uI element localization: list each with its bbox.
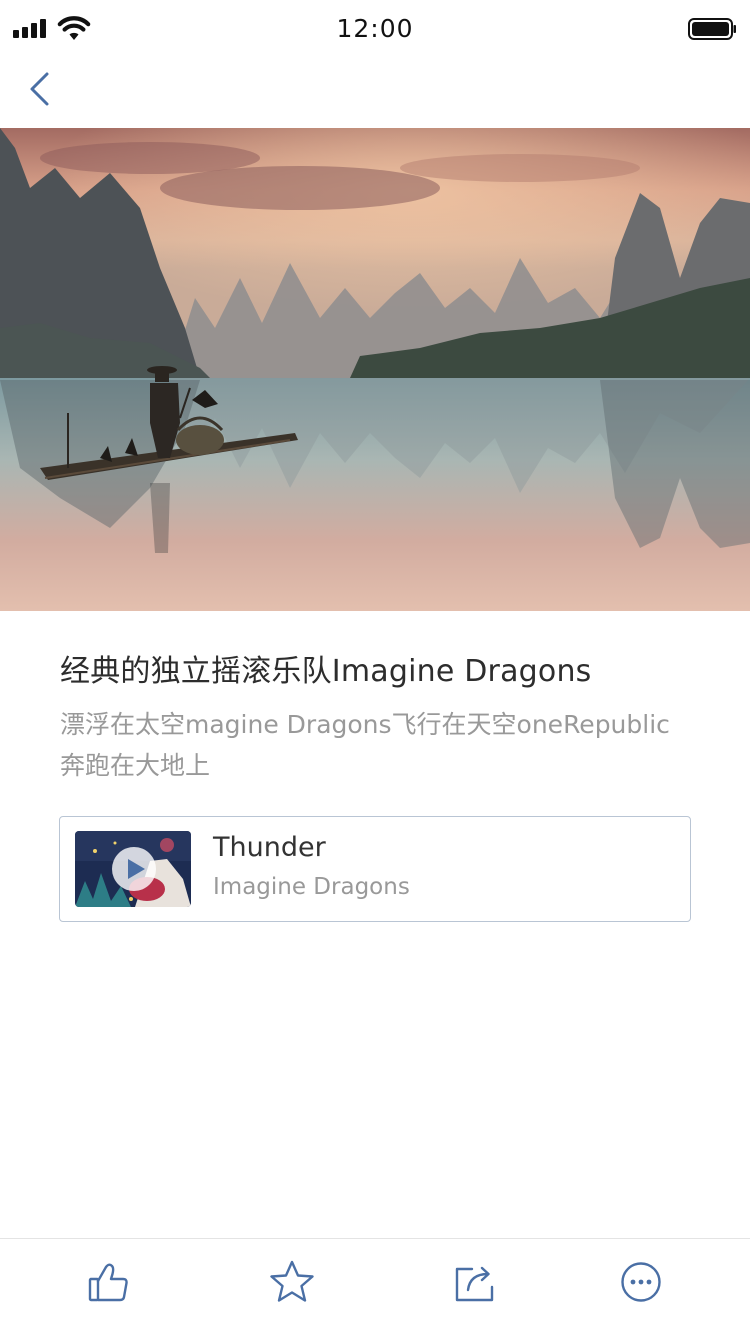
thumbs-up-icon [88, 1263, 128, 1302]
bottom-toolbar [0, 1238, 750, 1334]
hero-image [0, 128, 750, 611]
share-button[interactable] [450, 1257, 500, 1307]
post-description: 漂浮在太空magine Dragons飞行在天空oneRepublic奔跑在大地… [60, 710, 670, 780]
play-button[interactable] [111, 846, 157, 892]
song-title: Thunder [213, 832, 326, 863]
star-icon [270, 1260, 314, 1302]
back-button[interactable] [22, 66, 62, 112]
album-cover [75, 831, 191, 907]
post-title: 经典的独立摇滚乐队Imagine Dragons [60, 654, 592, 689]
like-button[interactable] [84, 1257, 134, 1307]
battery-icon [688, 18, 736, 40]
more-button[interactable] [616, 1257, 666, 1307]
status-time: 12:00 [336, 14, 414, 43]
share-icon [455, 1266, 494, 1302]
music-card[interactable]: Thunder Imagine Dragons [59, 816, 691, 922]
chevron-left-icon [30, 72, 49, 106]
song-artist: Imagine Dragons [213, 874, 410, 900]
more-icon [621, 1262, 661, 1302]
favorite-button[interactable] [267, 1257, 317, 1307]
status-bar: 12:00 [0, 0, 750, 58]
screen: 12:00 经典的独立摇滚乐队Imagine Dragons 漂浮在太空magi… [0, 0, 750, 1334]
